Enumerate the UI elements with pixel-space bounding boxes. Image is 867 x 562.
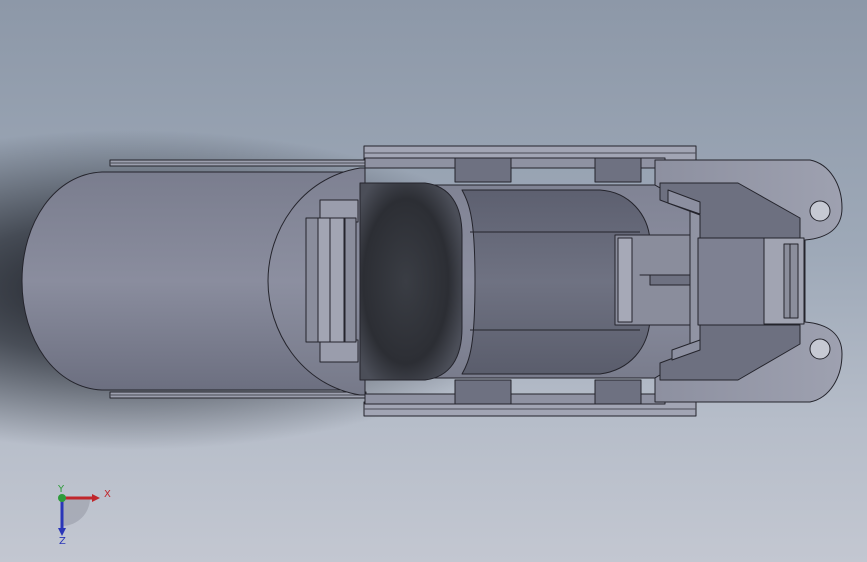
part-model[interactable] [0, 0, 867, 562]
barrel-top-rail [109, 159, 367, 167]
z-axis-arrowhead-icon [58, 528, 66, 536]
y-axis-dot-icon [58, 494, 66, 502]
triad-plane-icon [62, 498, 90, 526]
key-slot [614, 234, 696, 326]
x-axis-label: X [104, 489, 111, 500]
barrel-bottom-rail [109, 391, 367, 399]
cad-viewport[interactable]: X Y Z [0, 0, 867, 562]
right-clip [763, 237, 805, 325]
left-latch-window [305, 199, 359, 363]
inner-cavity [359, 182, 463, 381]
housing-top-flange [363, 145, 697, 169]
connector-cavity [697, 237, 771, 326]
x-axis-arrowhead-icon [92, 494, 100, 502]
mounting-hole-top [809, 200, 831, 222]
z-axis-label: Z [59, 536, 66, 546]
mounting-hole-bottom [809, 338, 831, 360]
orientation-triad: X Y Z [57, 484, 111, 546]
housing-bottom-flange [363, 393, 697, 417]
y-axis-label: Y [57, 484, 65, 495]
